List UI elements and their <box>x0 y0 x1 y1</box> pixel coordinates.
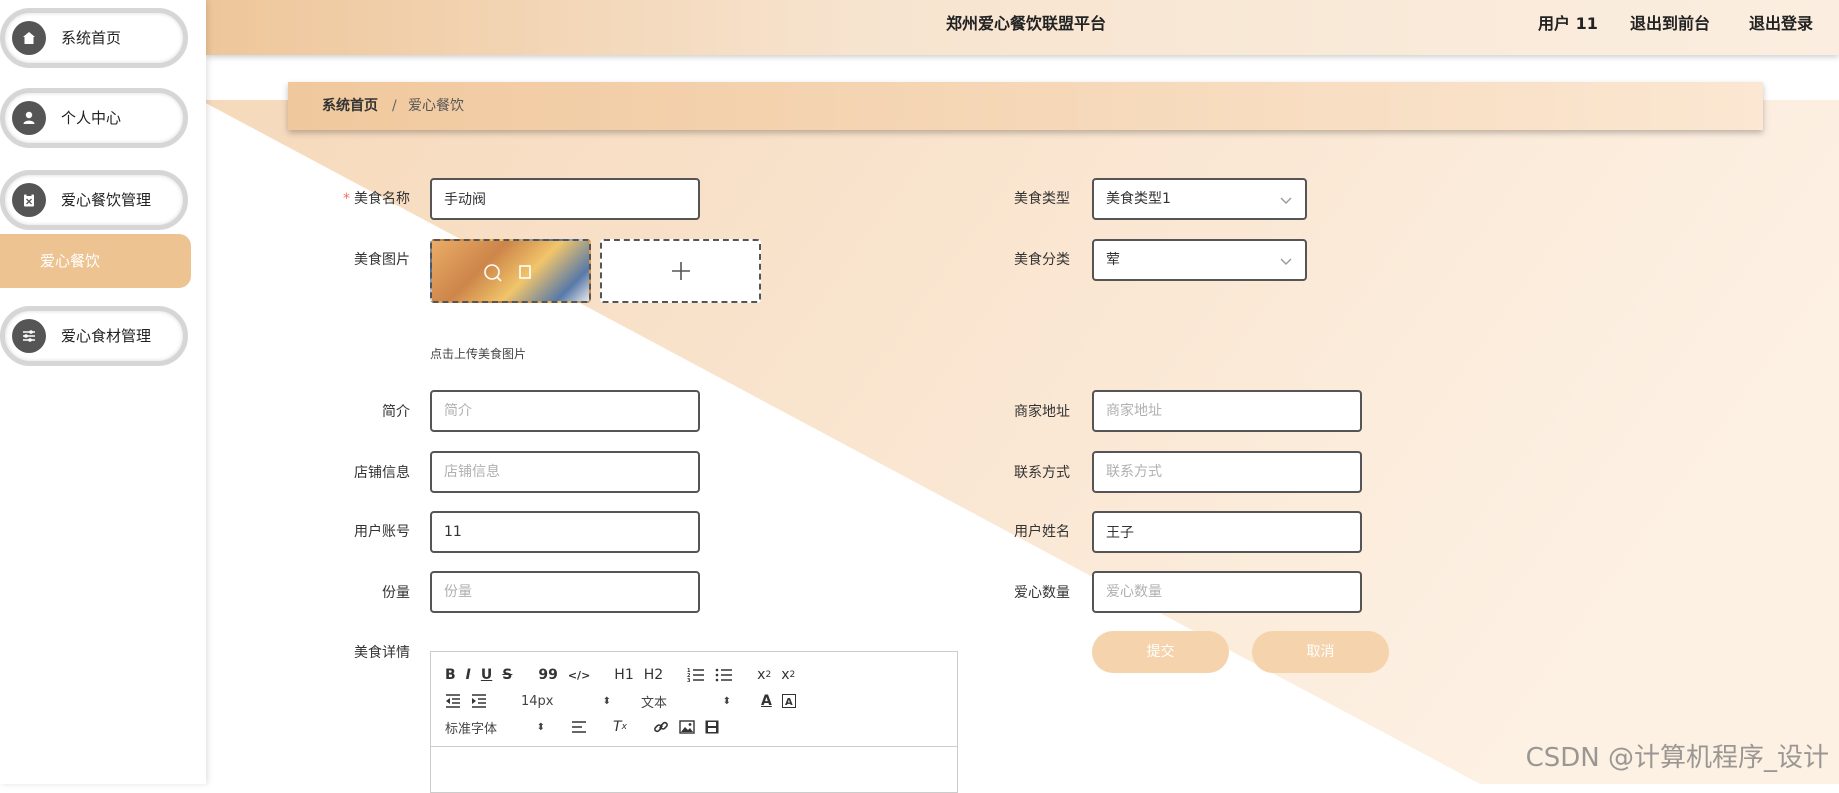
svg-text:A: A <box>785 697 793 708</box>
shop-info-input[interactable] <box>430 451 700 493</box>
svg-text:3: 3 <box>687 678 691 683</box>
portion-label: 份量 <box>382 585 410 601</box>
sidebar-item-ingredient-manage[interactable]: 爱心食材管理 <box>0 306 188 366</box>
shop-info-label: 店铺信息 <box>354 465 410 481</box>
intro-label: 简介 <box>382 404 410 420</box>
code-button[interactable]: </> <box>568 664 590 686</box>
video-icon[interactable] <box>705 716 719 738</box>
home-icon <box>12 21 46 55</box>
breadcrumb-separator: / <box>392 98 397 114</box>
sidebar-item-label: 系统首页 <box>61 29 122 47</box>
food-category-select[interactable]: 荤 <box>1092 239 1307 281</box>
sliders-icon <box>12 319 46 353</box>
heading1-button[interactable]: H1 <box>614 664 633 686</box>
chevron-down-icon <box>1280 258 1292 265</box>
link-icon[interactable] <box>653 716 669 738</box>
chevron-down-icon <box>1280 197 1292 204</box>
rich-text-editor[interactable]: B I U S 99 </> H1 H2 123 x2 x2 14px ⬍ 文本 ⬍… <box>430 651 958 793</box>
clipboard-icon <box>12 183 46 217</box>
header-select[interactable]: 文本 ⬍ <box>641 690 731 712</box>
bullet-list-icon[interactable] <box>715 664 733 686</box>
current-user: 用户 11 <box>1538 14 1598 33</box>
breadcrumb-current: 爱心餐饮 <box>408 98 464 114</box>
love-count-label: 爱心数量 <box>1014 585 1070 601</box>
submit-button[interactable]: 提交 <box>1092 631 1229 673</box>
contact-input[interactable] <box>1092 451 1362 493</box>
detail-label: 美食详情 <box>354 645 410 661</box>
blockquote-button[interactable]: 99 <box>538 664 557 686</box>
upload-hint: 点击上传美食图片 <box>430 347 527 361</box>
font-size-value: 14px <box>521 693 554 709</box>
breadcrumb: 系统首页 / 爱心餐饮 <box>288 82 1763 130</box>
food-name-input[interactable] <box>430 178 700 220</box>
breadcrumb-home[interactable]: 系统首页 <box>322 82 378 130</box>
user-icon <box>12 101 46 135</box>
font-family-value: 标准字体 <box>445 721 498 737</box>
contact-label: 联系方式 <box>1014 465 1070 481</box>
logout-link[interactable]: 退出登录 <box>1749 0 1813 48</box>
editor-toolbar-row: 14px ⬍ 文本 ⬍ A A <box>445 690 806 712</box>
editor-divider <box>431 746 957 747</box>
sidebar-subitem-love-food[interactable]: 爱心餐饮 <box>0 234 191 288</box>
username-label: 用户姓名 <box>1014 524 1070 540</box>
portion-input[interactable] <box>430 571 700 613</box>
outdent-icon[interactable] <box>445 690 461 712</box>
bold-button[interactable]: B <box>445 664 456 686</box>
subscript-button[interactable]: x2 <box>757 664 771 686</box>
sidebar-item-food-manage[interactable]: 爱心餐饮管理 <box>0 170 188 230</box>
zoom-icon <box>432 241 589 301</box>
sidebar-item-label: 个人中心 <box>61 109 122 127</box>
food-image-thumbnail[interactable] <box>430 239 591 303</box>
font-size-select[interactable]: 14px ⬍ <box>521 690 611 712</box>
address-label: 商家地址 <box>1014 404 1070 420</box>
app-title: 郑州爱心餐饮联盟平台 <box>946 14 1107 33</box>
sidebar-subitem-label: 爱心餐饮 <box>40 252 101 270</box>
strike-button[interactable]: S <box>502 664 512 686</box>
italic-button[interactable]: I <box>466 664 471 686</box>
heading2-button[interactable]: H2 <box>644 664 663 686</box>
editor-toolbar-row: 标准字体 ⬍ Tx <box>445 716 729 738</box>
food-category-value: 荤 <box>1106 252 1120 268</box>
background-color-icon[interactable]: A <box>781 690 796 712</box>
header-value: 文本 <box>641 695 668 711</box>
image-icon[interactable] <box>679 716 695 738</box>
underline-button[interactable]: U <box>481 664 492 686</box>
updown-icon: ⬍ <box>602 695 611 707</box>
account-label: 用户账号 <box>354 524 410 540</box>
sidebar-item-home[interactable]: 系统首页 <box>0 8 188 68</box>
text-color-icon[interactable]: A <box>761 690 772 712</box>
clear-format-icon[interactable]: Tx <box>613 716 627 738</box>
food-type-value: 美食类型1 <box>1106 191 1171 207</box>
sidebar: 系统首页 个人中心 爱心餐饮管理 爱心餐饮 爱心食材管理 <box>0 0 206 784</box>
updown-icon: ⬍ <box>722 695 731 707</box>
address-input[interactable] <box>1092 390 1362 432</box>
align-icon[interactable] <box>571 716 587 738</box>
username-input[interactable] <box>1092 511 1362 553</box>
food-image-label: 美食图片 <box>354 252 410 268</box>
cancel-button[interactable]: 取消 <box>1252 631 1389 673</box>
watermark: CSDN @计算机程序_设计 <box>1525 743 1829 773</box>
food-name-label: * 美食名称 <box>343 191 410 207</box>
sidebar-item-label: 爱心食材管理 <box>61 327 152 345</box>
food-type-label: 美食类型 <box>1014 191 1070 207</box>
top-header: 郑州爱心餐饮联盟平台 用户 11 退出到前台 退出登录 <box>206 0 1839 55</box>
upload-add-button[interactable] <box>600 239 761 303</box>
intro-input[interactable] <box>430 390 700 432</box>
font-family-select[interactable]: 标准字体 ⬍ <box>445 716 545 738</box>
plus-icon <box>671 262 690 280</box>
love-count-input[interactable] <box>1092 571 1362 613</box>
food-type-select[interactable]: 美食类型1 <box>1092 178 1307 220</box>
sidebar-item-profile[interactable]: 个人中心 <box>0 88 188 148</box>
account-input[interactable] <box>430 511 700 553</box>
editor-toolbar-row: B I U S 99 </> H1 H2 123 x2 x2 <box>445 664 805 686</box>
superscript-button[interactable]: x2 <box>781 664 795 686</box>
sidebar-item-label: 爱心餐饮管理 <box>61 191 152 209</box>
ordered-list-icon[interactable]: 123 <box>687 664 705 686</box>
indent-icon[interactable] <box>471 690 487 712</box>
exit-to-front-link[interactable]: 退出到前台 <box>1630 0 1710 48</box>
food-category-label: 美食分类 <box>1014 252 1070 268</box>
updown-icon: ⬍ <box>536 721 545 733</box>
